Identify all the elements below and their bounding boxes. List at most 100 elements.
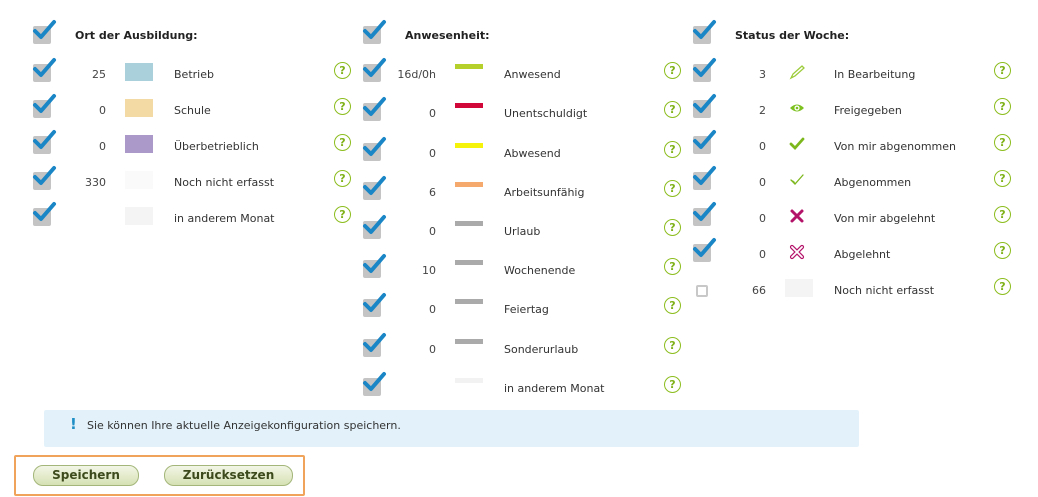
item-label: Von mir abgenommen <box>834 140 957 153</box>
item-label: Unentschuldigt <box>504 107 588 120</box>
item-label: Abgelehnt <box>834 248 891 261</box>
item-count: 2 <box>759 104 766 117</box>
filter-checkbox[interactable] <box>693 202 716 226</box>
item-label: Abgenommen <box>834 176 912 189</box>
help-icon[interactable]: ? <box>994 206 1011 223</box>
color-swatch <box>125 171 153 189</box>
help-icon[interactable]: ? <box>664 180 681 197</box>
item-label: Feiertag <box>504 303 549 316</box>
item-count: 6 <box>429 186 436 199</box>
color-swatch <box>785 279 813 297</box>
filter-checkbox[interactable] <box>363 176 386 200</box>
filter-checkbox[interactable] <box>363 97 386 121</box>
color-line <box>455 64 483 69</box>
filter-checkbox[interactable] <box>363 293 386 317</box>
select-all-checkbox[interactable] <box>363 20 386 44</box>
item-label: Abwesend <box>504 147 561 160</box>
info-message: Sie können Ihre aktuelle Anzeigekonfigur… <box>87 419 401 432</box>
column-title: Anwesenheit: <box>405 29 490 42</box>
column-title: Status der Woche: <box>735 29 850 42</box>
help-icon[interactable]: ? <box>994 62 1011 79</box>
item-label: Noch nicht erfasst <box>174 176 275 189</box>
reset-button[interactable]: Zurücksetzen <box>164 465 293 486</box>
color-line <box>455 143 483 148</box>
help-icon[interactable]: ? <box>994 98 1011 115</box>
item-count: 0 <box>759 248 766 261</box>
item-label: Freigegeben <box>834 104 902 117</box>
item-count: 25 <box>92 68 106 81</box>
cross-bold-icon <box>788 207 806 225</box>
color-swatch <box>125 63 153 81</box>
filter-checkbox[interactable] <box>33 166 56 190</box>
filter-checkbox[interactable] <box>33 94 56 118</box>
item-label: Betrieb <box>174 68 214 81</box>
info-icon: ! <box>70 415 77 433</box>
filter-checkbox[interactable] <box>33 130 56 154</box>
help-icon[interactable]: ? <box>334 206 351 223</box>
color-line <box>455 221 483 226</box>
color-line <box>455 103 483 108</box>
item-count: 0 <box>429 343 436 356</box>
column-title: Ort der Ausbildung: <box>75 29 198 42</box>
filter-checkbox[interactable] <box>363 254 386 278</box>
help-icon[interactable]: ? <box>664 219 681 236</box>
filter-checkbox[interactable] <box>33 58 56 82</box>
item-count: 0 <box>99 140 106 153</box>
item-count: 0 <box>429 147 436 160</box>
filter-checkbox[interactable] <box>693 58 716 82</box>
eye-icon <box>788 99 806 117</box>
help-icon[interactable]: ? <box>664 376 681 393</box>
help-icon[interactable]: ? <box>334 62 351 79</box>
color-line <box>455 339 483 344</box>
item-count: 0 <box>759 176 766 189</box>
item-label: Noch nicht erfasst <box>834 284 935 297</box>
color-line <box>455 260 483 265</box>
help-icon[interactable]: ? <box>664 62 681 79</box>
button-group: Speichern Zurücksetzen <box>14 455 305 496</box>
item-count: 330 <box>85 176 106 189</box>
filter-checkbox[interactable] <box>363 137 386 161</box>
filter-checkbox[interactable] <box>33 202 56 226</box>
help-icon[interactable]: ? <box>994 242 1011 259</box>
help-icon[interactable]: ? <box>994 278 1011 295</box>
color-line <box>455 182 483 187</box>
item-label: Urlaub <box>504 225 541 238</box>
filter-checkbox[interactable] <box>363 333 386 357</box>
filter-checkbox[interactable] <box>363 372 386 396</box>
help-icon[interactable]: ? <box>664 141 681 158</box>
item-label: Überbetrieblich <box>174 140 259 153</box>
color-swatch <box>125 135 153 153</box>
color-line <box>455 378 483 383</box>
color-swatch <box>125 207 153 225</box>
help-icon[interactable]: ? <box>334 134 351 151</box>
item-count: 66 <box>752 284 766 297</box>
help-icon[interactable]: ? <box>334 98 351 115</box>
filter-checkbox[interactable] <box>363 58 386 82</box>
item-count: 16d/0h <box>397 68 436 81</box>
filter-checkbox[interactable] <box>693 130 716 154</box>
filter-checkbox[interactable] <box>696 285 708 297</box>
cross-outline-icon <box>788 243 806 261</box>
help-icon[interactable]: ? <box>994 170 1011 187</box>
item-label: Anwesend <box>504 68 561 81</box>
item-label: Wochenende <box>504 264 576 277</box>
select-all-checkbox[interactable] <box>693 20 716 44</box>
help-icon[interactable]: ? <box>664 101 681 118</box>
item-label: in anderem Monat <box>174 212 275 225</box>
item-count: 0 <box>429 107 436 120</box>
filter-checkbox[interactable] <box>693 94 716 118</box>
help-icon[interactable]: ? <box>334 170 351 187</box>
item-count: 0 <box>99 104 106 117</box>
save-button[interactable]: Speichern <box>33 465 139 486</box>
help-icon[interactable]: ? <box>994 134 1011 151</box>
item-label: In Bearbeitung <box>834 68 916 81</box>
filter-checkbox[interactable] <box>693 238 716 262</box>
help-icon[interactable]: ? <box>664 337 681 354</box>
filter-checkbox[interactable] <box>363 215 386 239</box>
filter-checkbox[interactable] <box>693 166 716 190</box>
item-label: Sonderurlaub <box>504 343 579 356</box>
help-icon[interactable]: ? <box>664 297 681 314</box>
select-all-checkbox[interactable] <box>33 20 56 44</box>
help-icon[interactable]: ? <box>664 258 681 275</box>
color-swatch <box>125 99 153 117</box>
